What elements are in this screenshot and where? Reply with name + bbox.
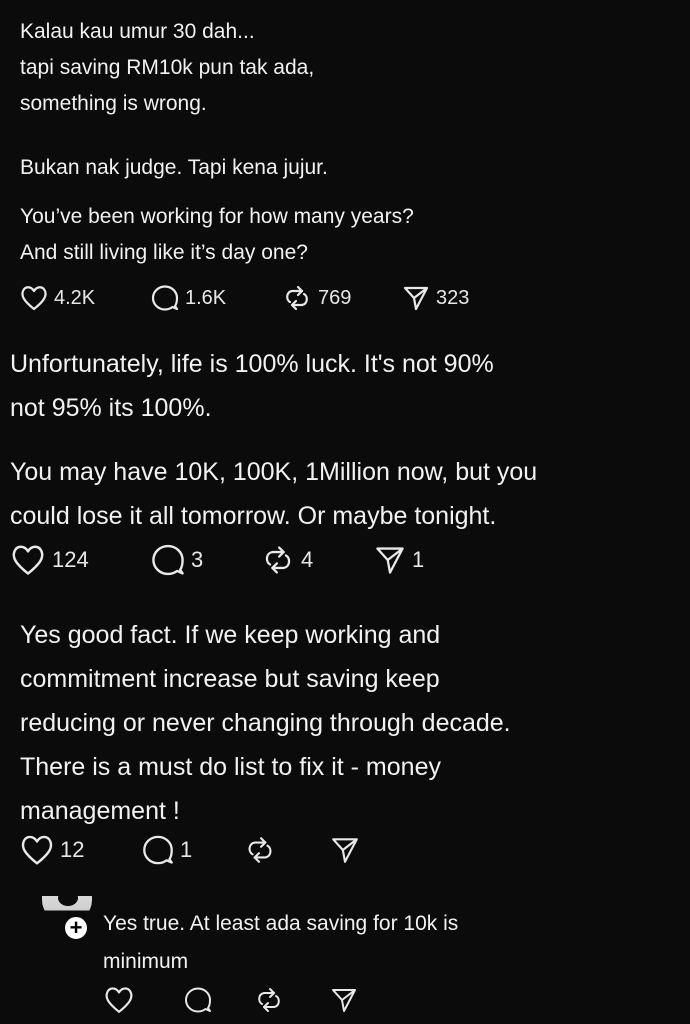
comment-count: 3 — [191, 547, 204, 572]
post-text-line-group-2: Bukan nak judge. Tapi kena jujur. — [20, 156, 328, 179]
comment-button[interactable]: 3 — [151, 543, 203, 577]
share-send-icon — [332, 838, 358, 863]
like-count: 12 — [60, 837, 85, 862]
comment-button[interactable]: 1.6K — [151, 284, 226, 312]
comment-bubble-icon — [185, 987, 211, 1013]
share-button[interactable]: 323 — [402, 284, 469, 312]
repost-icon — [286, 285, 308, 311]
heart-icon — [21, 286, 47, 311]
post-text-line-group-3: You’ve been working for how many years? … — [20, 205, 414, 264]
repost-icon — [258, 988, 280, 1012]
repost-button[interactable]: 4 — [261, 544, 313, 576]
repost-button[interactable] — [244, 835, 276, 865]
comment-button[interactable]: 1 — [142, 834, 192, 866]
plus-icon: + — [69, 915, 83, 940]
like-button[interactable]: 4.2K — [20, 285, 95, 311]
like-button[interactable]: 12 — [20, 834, 84, 866]
comment-bubble-icon — [152, 544, 184, 576]
reply-text-paragraph-2: You may have 10K, 100K, 1Million now, bu… — [10, 458, 538, 530]
heart-icon — [21, 835, 53, 865]
share-count: 1 — [412, 547, 425, 572]
reply-text: Yes true. At least ada saving for 10k is… — [103, 912, 459, 973]
repost-icon — [265, 546, 291, 574]
comment-button[interactable] — [184, 986, 212, 1014]
like-count: 124 — [52, 547, 89, 572]
comment-bubble-icon — [151, 285, 179, 311]
share-button[interactable] — [330, 986, 358, 1014]
reply-text: Yes good fact. If we keep working and co… — [20, 621, 511, 825]
reply-text-paragraph-1: Unfortunately, life is 100% luck. It's n… — [10, 350, 494, 422]
comment-count: 1.6K — [185, 286, 227, 309]
share-send-icon — [403, 286, 429, 311]
comment-bubble-icon — [143, 835, 173, 865]
share-button[interactable] — [330, 835, 360, 865]
share-send-icon — [376, 547, 404, 574]
heart-icon — [105, 987, 133, 1013]
like-button[interactable] — [104, 986, 134, 1014]
avatar[interactable]: + — [42, 896, 100, 942]
heart-icon — [12, 545, 44, 575]
follow-button[interactable]: + — [62, 914, 90, 942]
post-text-line-group-1: Kalau kau umur 30 dah... tapi saving RM1… — [20, 20, 315, 115]
repost-button[interactable] — [254, 986, 284, 1014]
repost-count: 4 — [301, 547, 314, 572]
repost-icon — [248, 837, 272, 863]
share-send-icon — [332, 989, 356, 1012]
like-count: 4.2K — [54, 286, 96, 309]
comment-count: 1 — [180, 837, 193, 862]
repost-count: 769 — [318, 286, 352, 309]
share-button[interactable]: 1 — [374, 544, 424, 576]
like-button[interactable]: 124 — [10, 544, 89, 576]
repost-button[interactable]: 769 — [282, 284, 351, 312]
share-count: 323 — [436, 286, 470, 309]
